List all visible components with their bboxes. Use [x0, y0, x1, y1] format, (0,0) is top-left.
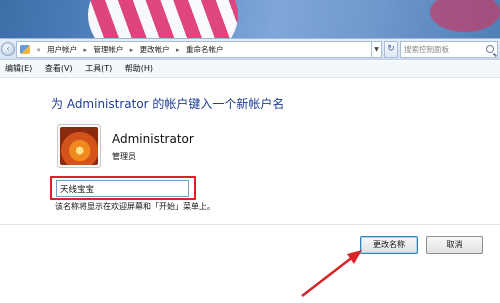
avatar [57, 124, 101, 168]
breadcrumb-separator-icon[interactable]: ▸ [174, 43, 182, 57]
account-type: 管理员 [112, 152, 136, 161]
address-dropdown-icon[interactable]: ▼ [372, 41, 382, 58]
divider [0, 224, 500, 225]
menu-help[interactable]: 帮助(H) [120, 61, 158, 77]
search-icon[interactable] [486, 45, 494, 53]
menu-tools[interactable]: 工具(T) [80, 61, 117, 77]
search-placeholder: 搜索控制面板 [404, 45, 449, 54]
cancel-button[interactable]: 取消 [426, 236, 483, 254]
menu-edit[interactable]: 编辑(E) [0, 61, 37, 77]
annotation-arrow-icon [301, 250, 362, 297]
back-button[interactable]: ‹ [1, 42, 15, 56]
menu-bar: 编辑(E) 查看(V) 工具(T) 帮助(H) [0, 61, 500, 78]
wallpaper-balloon [88, 0, 238, 38]
breadcrumb-manage-accounts[interactable]: 管理帐户 [91, 42, 125, 57]
breadcrumb-separator-icon[interactable]: ▸ [128, 43, 136, 57]
wallpaper-balloon-secondary [430, 0, 500, 32]
address-bar: ‹ « 用户帐户 ▸ 管理帐户 ▸ 更改帐户 ▸ 重命名帐户 ▼ ↻ 搜索控制面… [0, 38, 500, 60]
refresh-icon[interactable]: ↻ [384, 41, 398, 58]
flower-avatar-icon [60, 127, 98, 165]
breadcrumb[interactable]: « 用户帐户 ▸ 管理帐户 ▸ 更改帐户 ▸ 重命名帐户 [16, 41, 372, 58]
search-input[interactable]: 搜索控制面板 [400, 41, 498, 58]
input-highlight-box [50, 176, 196, 200]
change-name-button[interactable]: 更改名称 [360, 236, 418, 254]
name-hint-text: 该名称将显示在欢迎屏幕和「开始」菜单上。 [55, 202, 215, 211]
breadcrumb-change-account[interactable]: 更改帐户 [138, 42, 172, 57]
control-panel-icon [20, 45, 30, 54]
breadcrumb-separator-icon[interactable]: ▸ [81, 43, 89, 57]
desktop-background [0, 0, 500, 38]
overflow-chevron-icon[interactable]: « [34, 43, 42, 57]
account-name: Administrator [112, 132, 194, 146]
page-title: 为 Administrator 的帐户键入一个新帐户名 [51, 97, 285, 111]
menu-view[interactable]: 查看(V) [40, 61, 78, 77]
breadcrumb-rename-account[interactable]: 重命名帐户 [184, 42, 226, 57]
breadcrumb-user-accounts[interactable]: 用户帐户 [45, 42, 79, 57]
